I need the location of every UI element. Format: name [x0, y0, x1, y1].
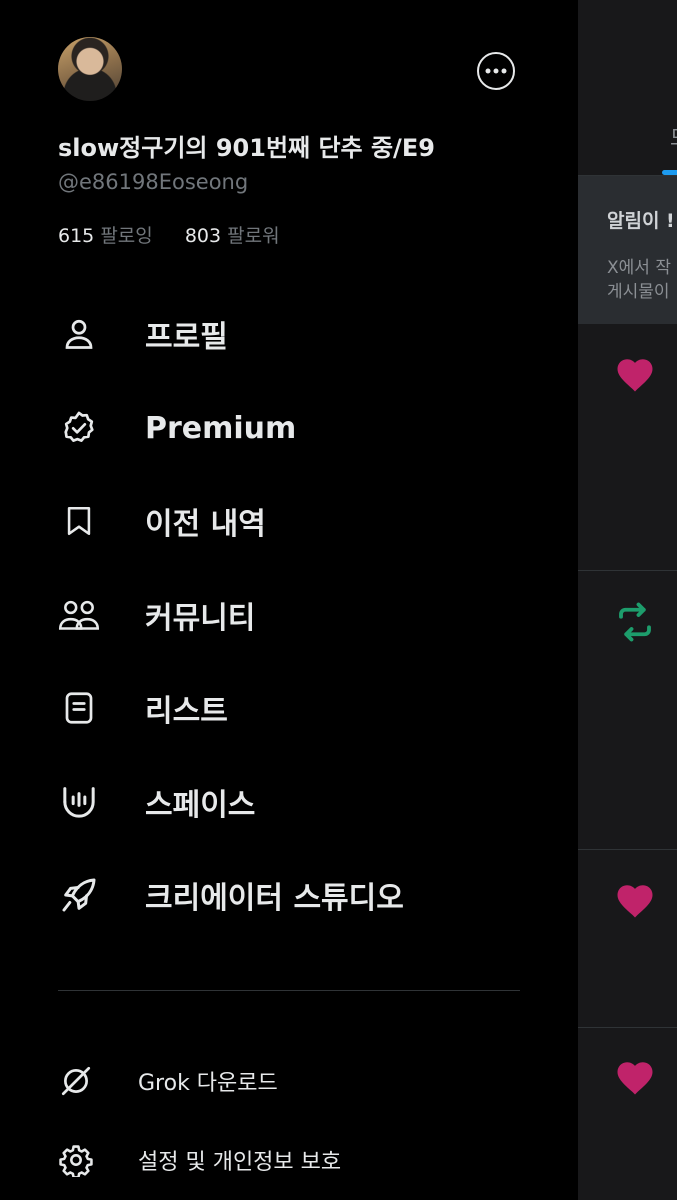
banner-text: X에서 작 게시물이: [607, 258, 671, 302]
menu-item-creator-studio[interactable]: 크리에이터 스튜디오: [58, 865, 538, 925]
menu-label: 크리에이터 스튜디오: [145, 881, 404, 916]
tab-all[interactable]: 모: [670, 122, 677, 152]
person-icon: [58, 313, 100, 355]
bookmark-icon: [58, 500, 100, 542]
following-count: 615: [58, 225, 95, 247]
grok-download-item[interactable]: Grok 다운로드: [58, 1057, 538, 1105]
following-label: 팔로잉: [100, 225, 153, 247]
banner-title: 알림이 !: [607, 210, 675, 232]
menu-item-spaces[interactable]: 스페이스: [58, 772, 538, 832]
menu-label: 프로필: [145, 320, 228, 355]
menu-item-premium[interactable]: Premium: [58, 398, 538, 458]
display-name[interactable]: slow정구기의 901번째 단추 중/E9: [58, 128, 435, 163]
heart-icon: [617, 885, 653, 918]
row-divider: [578, 570, 677, 571]
grok-icon: [58, 1063, 94, 1099]
notifications-pane: 모 알림이 ! X에서 작 게시물이: [578, 0, 677, 1200]
heart-icon: [617, 359, 653, 392]
communities-icon: [58, 594, 100, 636]
grok-download-label: Grok 다운로드: [138, 1071, 278, 1096]
menu-label: Premium: [145, 410, 297, 446]
settings-privacy-label: 설정 및 개인정보 보호: [138, 1150, 342, 1175]
menu-item-lists[interactable]: 리스트: [58, 678, 538, 738]
repost-icon: [619, 602, 651, 642]
menu-item-history[interactable]: 이전 내역: [58, 491, 538, 551]
menu-label: 이전 내역: [145, 507, 266, 542]
heart-icon: [617, 1062, 653, 1095]
menu-label: 커뮤니티: [145, 601, 256, 636]
menu-item-communities[interactable]: 커뮤니티: [58, 585, 538, 645]
menu-label: 스페이스: [145, 788, 256, 823]
settings-privacy-item[interactable]: 설정 및 개인정보 보호: [58, 1136, 538, 1184]
user-handle[interactable]: @e86198Eoseong: [58, 170, 248, 194]
row-divider: [578, 1027, 677, 1028]
row-divider: [578, 849, 677, 850]
menu-item-profile[interactable]: 프로필: [58, 304, 538, 364]
navigation-drawer: slow정구기의 901번째 단추 중/E9 @e86198Eoseong 61…: [0, 0, 578, 1200]
list-icon: [58, 687, 100, 729]
more-dots-icon: [485, 68, 507, 74]
followers-label: 팔로워: [227, 225, 280, 247]
verified-badge-icon: [58, 407, 100, 449]
avatar[interactable]: [58, 37, 122, 101]
spaces-icon: [58, 781, 100, 823]
more-options-button[interactable]: [477, 52, 515, 90]
follow-stats: 615 팔로잉 803 팔로워: [58, 221, 306, 248]
following-link[interactable]: 615 팔로잉: [58, 221, 153, 248]
followers-link[interactable]: 803 팔로워: [185, 221, 280, 248]
menu-label: 리스트: [145, 694, 228, 729]
rocket-icon: [58, 874, 100, 916]
followers-count: 803: [184, 225, 222, 247]
gear-icon: [58, 1142, 94, 1178]
divider: [58, 990, 520, 991]
